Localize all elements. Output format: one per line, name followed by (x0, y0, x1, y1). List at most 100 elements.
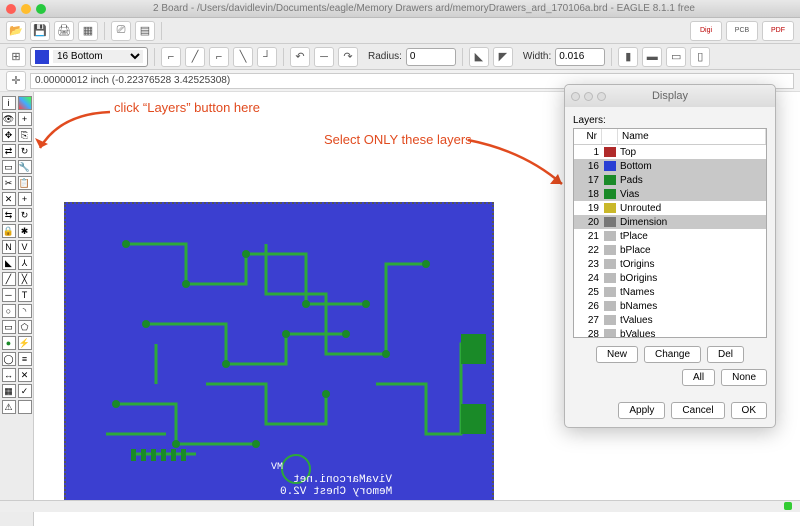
layer-row[interactable]: 18Vias (574, 187, 766, 201)
change-tool[interactable]: 🔧 (18, 160, 32, 174)
wire-tool[interactable]: ─ (2, 288, 16, 302)
dialog-close-icon[interactable] (571, 92, 580, 101)
wire-bend-1[interactable]: ⌐ (161, 47, 181, 67)
close-icon[interactable] (6, 4, 16, 14)
erc-tool[interactable]: ✓ (18, 384, 32, 398)
layer-row[interactable]: 25tNames (574, 285, 766, 299)
arc-tool[interactable]: ◝ (18, 304, 32, 318)
move-tool[interactable]: ✥ (2, 128, 16, 142)
rect-tool[interactable]: ▭ (2, 320, 16, 334)
open-button[interactable]: 📂 (6, 21, 26, 41)
smash-tool[interactable]: ✱ (18, 224, 32, 238)
layer-row[interactable]: 22bPlace (574, 243, 766, 257)
ratsnest-tool[interactable]: ✕ (18, 368, 32, 382)
lock-tool[interactable]: 🔒 (2, 224, 16, 238)
paste-tool[interactable]: 📋 (18, 176, 32, 190)
zoom-icon[interactable] (36, 4, 46, 14)
arc-cw-icon[interactable]: ↶ (290, 47, 310, 67)
add-tool[interactable]: + (18, 192, 32, 206)
digikey-button[interactable]: Digi (690, 21, 722, 41)
dialog-max-icon[interactable] (597, 92, 606, 101)
delete-tool[interactable]: ✕ (2, 192, 16, 206)
secondary-toolbar: ⊞ 16 Bottom ⌐ ╱ ⌐ ╲ ┘ ↶ ─ ↷ Radius: ◣ ◤ … (0, 44, 800, 70)
wire-bend-5[interactable]: ┘ (257, 47, 277, 67)
layer-row[interactable]: 19Unrouted (574, 201, 766, 215)
dialog-min-icon[interactable] (584, 92, 593, 101)
layer-row[interactable]: 20Dimension (574, 215, 766, 229)
group-tool[interactable]: ▭ (2, 160, 16, 174)
style-4[interactable]: ▯ (690, 47, 710, 67)
dimension-tool[interactable]: ↔ (2, 368, 16, 382)
name-tool[interactable]: N (2, 240, 16, 254)
wire-bend-4[interactable]: ╲ (233, 47, 253, 67)
circle-tool[interactable]: ○ (2, 304, 16, 318)
mark-tool[interactable]: + (18, 112, 32, 126)
info-tool[interactable]: i (2, 96, 16, 110)
layer-row[interactable]: 24bOrigins (574, 271, 766, 285)
cut-tool[interactable]: ✂ (2, 176, 16, 190)
pcb-quote-button[interactable]: PCB (726, 21, 758, 41)
all-button[interactable]: All (682, 369, 715, 386)
auto-tool[interactable]: ▦ (2, 384, 16, 398)
radius-input[interactable] (406, 48, 456, 66)
layer-row[interactable]: 28bValues (574, 327, 766, 338)
minimize-icon[interactable] (21, 4, 31, 14)
mirror-tool[interactable]: ⇄ (2, 144, 16, 158)
style-2[interactable]: ▬ (642, 47, 662, 67)
copy-tool[interactable]: ⎘ (18, 128, 32, 142)
save-button[interactable]: 💾 (30, 21, 50, 41)
print-button[interactable]: 🖨 (54, 21, 74, 41)
grid-button[interactable]: ⊞ (6, 47, 26, 67)
layer-row[interactable]: 26bNames (574, 299, 766, 313)
layer-row[interactable]: 17Pads (574, 173, 766, 187)
hole-tool[interactable]: ◯ (2, 352, 16, 366)
rotate-tool[interactable]: ↻ (18, 144, 32, 158)
split-tool[interactable]: ⅄ (18, 256, 32, 270)
cancel-button[interactable]: Cancel (671, 402, 724, 419)
cam-button[interactable]: ▦ (78, 21, 98, 41)
wire-bend-2[interactable]: ╱ (185, 47, 205, 67)
wire-bend-3[interactable]: ⌐ (209, 47, 229, 67)
layer-row[interactable]: 27tValues (574, 313, 766, 327)
del-button[interactable]: Del (707, 346, 744, 363)
style-1[interactable]: ▮ (618, 47, 638, 67)
new-button[interactable]: New (596, 346, 638, 363)
layer-row[interactable]: 21tPlace (574, 229, 766, 243)
miter-1-icon[interactable]: ◣ (469, 47, 489, 67)
show-tool[interactable]: 👁 (2, 112, 16, 126)
board-button[interactable]: ▤ (135, 21, 155, 41)
layer-swatch (604, 189, 616, 199)
ok-button[interactable]: OK (731, 402, 767, 419)
layer-dropdown[interactable]: 16 Bottom (53, 50, 143, 63)
miter-tool[interactable]: ◣ (2, 256, 16, 270)
replace-tool[interactable]: ↻ (18, 208, 32, 222)
miter-2-icon[interactable]: ◤ (493, 47, 513, 67)
attribute-tool[interactable]: ≡ (18, 352, 32, 366)
ripup-tool[interactable]: ╳ (18, 272, 32, 286)
polygon-tool[interactable]: ⬠ (18, 320, 32, 334)
schematic-button[interactable]: ⎚ (111, 21, 131, 41)
pdf-3d-button[interactable]: PDF (762, 21, 794, 41)
layer-swatch (604, 147, 616, 157)
layer-selector[interactable]: 16 Bottom (30, 47, 148, 67)
arc-straight-icon[interactable]: ─ (314, 47, 334, 67)
width-input[interactable] (555, 48, 605, 66)
apply-button[interactable]: Apply (618, 402, 665, 419)
errors-tool[interactable]: ⚠ (2, 400, 16, 414)
layers-table[interactable]: Nr Name 1Top16Bottom17Pads18Vias19Unrout… (573, 128, 767, 338)
layers-button[interactable] (18, 96, 32, 110)
layer-row[interactable]: 16Bottom (574, 159, 766, 173)
value-tool[interactable]: V (18, 240, 32, 254)
none-button[interactable]: None (721, 369, 767, 386)
layer-row[interactable]: 1Top (574, 145, 766, 159)
arc-ccw-icon[interactable]: ↷ (338, 47, 358, 67)
via-tool[interactable]: ● (2, 336, 16, 350)
pinswap-tool[interactable]: ⇆ (2, 208, 16, 222)
signal-tool[interactable]: ⚡ (18, 336, 32, 350)
style-3[interactable]: ▭ (666, 47, 686, 67)
change-button[interactable]: Change (644, 346, 701, 363)
route-tool[interactable]: ╱ (2, 272, 16, 286)
cursor-origin-icon[interactable]: ✛ (6, 71, 26, 91)
text-tool[interactable]: T (18, 288, 32, 302)
layer-row[interactable]: 23tOrigins (574, 257, 766, 271)
